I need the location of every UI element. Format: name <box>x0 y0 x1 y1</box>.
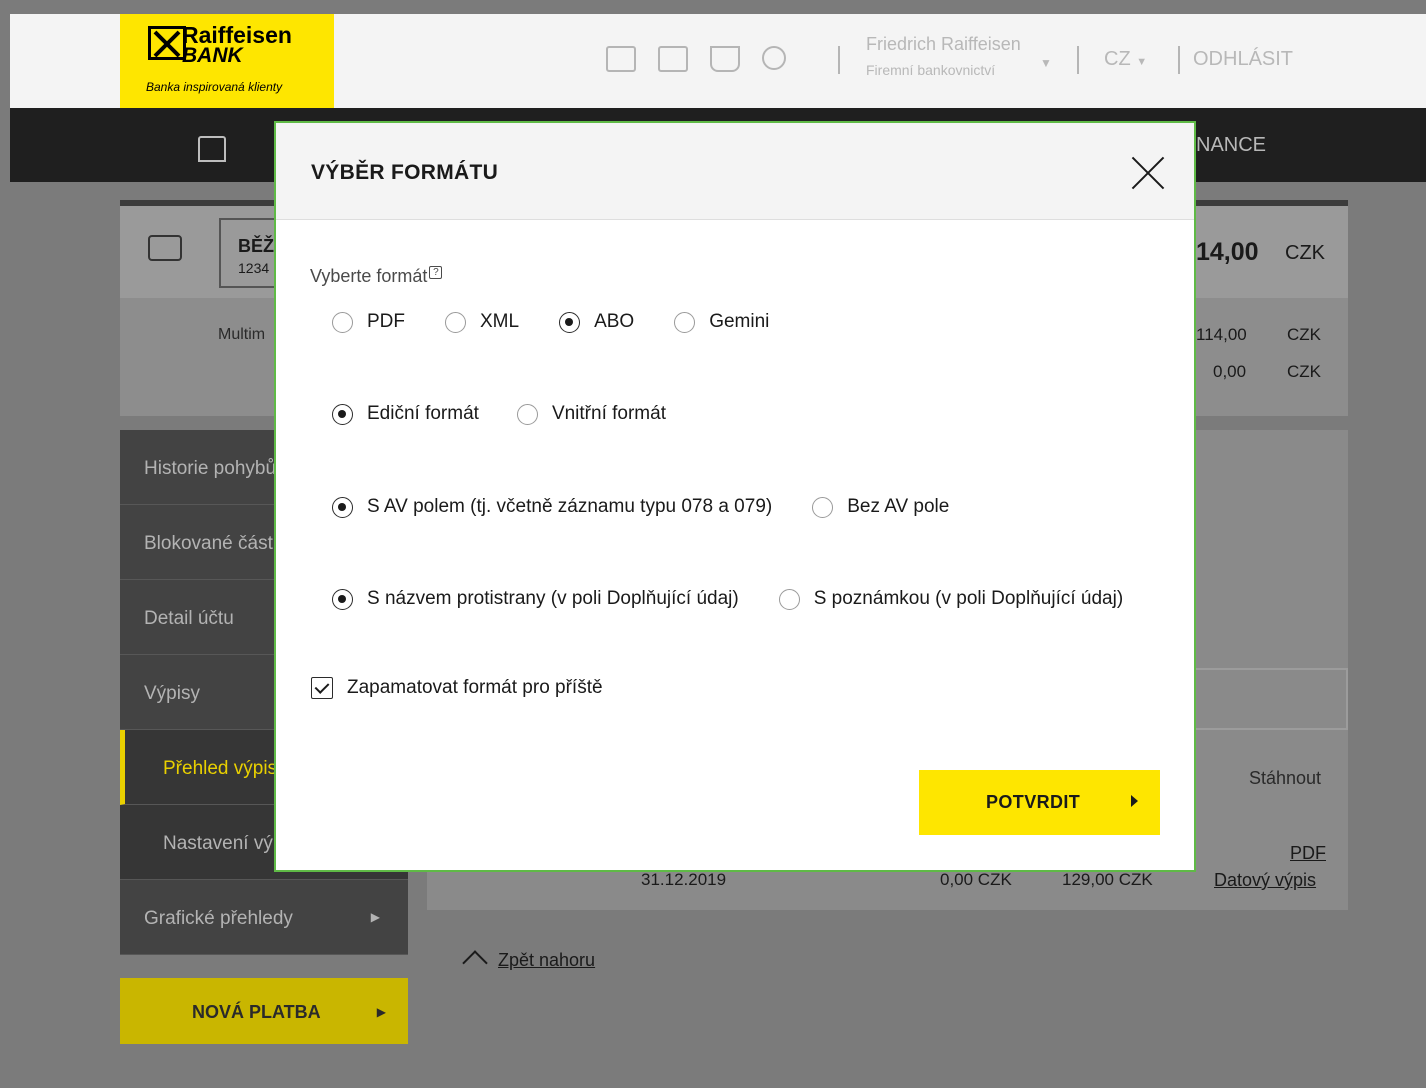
sidebar-item-label: Přehled výpis <box>163 758 278 779</box>
radio-counterparty-name[interactable]: S názvem protistrany (v poli Doplňující … <box>332 588 739 610</box>
download-pdf-link[interactable]: PDF <box>1290 843 1326 864</box>
statement-amount: 129,00 CZK <box>1062 870 1153 889</box>
radio-label: ABO <box>594 311 635 332</box>
radio-circle <box>559 311 581 333</box>
download-data-link[interactable]: Datový výpis <box>1214 870 1316 891</box>
radio-format-xml[interactable]: XML <box>445 311 519 333</box>
balance-available: 114,00 <box>1196 325 1247 344</box>
format-radio-group: PDF XML ABO Gemini <box>332 311 769 333</box>
chevron-up-icon <box>462 950 488 976</box>
separator <box>1178 46 1180 74</box>
separator <box>838 46 840 74</box>
radio-format-abo[interactable]: ABO <box>559 311 634 333</box>
language-select[interactable]: CZ ▼ <box>1104 48 1147 71</box>
confirm-label: POTVRDIT <box>986 792 1081 812</box>
user-name[interactable]: Friedrich Raiffeisen <box>866 34 1021 55</box>
confirm-button[interactable]: POTVRDIT <box>919 770 1160 835</box>
mail-icon[interactable] <box>606 46 636 72</box>
dialog-title: VÝBĚR FORMÁTU <box>311 161 499 184</box>
sidebar-item-label: Výpisy <box>144 683 200 704</box>
radio-circle <box>445 311 466 333</box>
radio-note[interactable]: S poznámkou (v poli Doplňující údaj) <box>778 588 1124 610</box>
av-field-radio-group: S AV polem (tj. včetně záznamu typu 078 … <box>332 496 949 518</box>
radio-internal-format[interactable]: Vnitřní formát <box>516 403 666 425</box>
format-label: Vyberte formát? <box>310 266 443 287</box>
back-to-top-label: Zpět nahoru <box>498 950 596 970</box>
radio-format-pdf[interactable]: PDF <box>332 311 405 333</box>
multicurrency-label: Multim <box>218 326 266 343</box>
radio-circle <box>778 588 800 610</box>
wallet-icon <box>148 235 182 261</box>
radio-label: Gemini <box>709 311 770 332</box>
sidebar-item-label: Grafické přehledy <box>144 908 293 929</box>
new-payment-button[interactable]: NOVÁ PLATBA ▶ <box>120 978 408 1044</box>
separator <box>1077 46 1079 74</box>
radio-label: Ediční formát <box>367 403 479 424</box>
gear-icon[interactable] <box>762 46 786 70</box>
statement-date: 31.12.2019 <box>641 870 727 889</box>
radio-label: S poznámkou (v poli Doplňující údaj) <box>813 588 1124 609</box>
radio-label: S AV polem (tj. včetně záznamu typu 078 … <box>367 496 773 517</box>
remember-format-label: Zapamatovat formát pro příště <box>347 677 603 698</box>
bank-logo[interactable]: Raiffeisen BANK Banka inspirovaná klient… <box>120 14 334 108</box>
language-label: CZ <box>1104 48 1131 70</box>
format-select-dialog: VÝBĚR FORMÁTU Vyberte formát? PDF XML AB… <box>274 121 1196 872</box>
sidebar-item-label: Historie pohybů <box>144 458 277 479</box>
filter-field[interactable] <box>1190 668 1348 730</box>
radio-with-av-field[interactable]: S AV polem (tj. včetně záznamu typu 078 … <box>332 496 772 518</box>
sidebar-item-label: Blokované část <box>144 533 273 554</box>
chevron-down-icon[interactable]: ▼ <box>1040 56 1052 70</box>
balance-blocked: 0,00 <box>1213 362 1247 381</box>
top-icon-group <box>606 46 786 72</box>
checkbox-box <box>311 677 333 699</box>
nav-item-finance[interactable]: NANCE <box>1196 134 1266 157</box>
radio-circle <box>674 311 696 333</box>
back-to-top-link[interactable]: Zpět nahoru <box>460 948 596 976</box>
radio-circle <box>332 403 353 425</box>
chevron-right-icon: ▶ <box>376 1005 386 1019</box>
radio-circle <box>812 496 834 518</box>
close-button[interactable] <box>1130 155 1166 191</box>
help-icon[interactable]: ? <box>429 266 443 279</box>
balance-currency: CZK <box>1287 325 1321 344</box>
logout-link[interactable]: ODHLÁSIT <box>1193 48 1293 71</box>
statement-amount: 0,00 CZK <box>940 870 1012 889</box>
radio-label: S názvem protistrany (v poli Doplňující … <box>367 588 739 609</box>
new-payment-label: NOVÁ PLATBA <box>192 1002 321 1022</box>
account-balance: 14,00 <box>1196 238 1259 266</box>
basket-icon[interactable] <box>710 46 740 72</box>
balance-currency: CZK <box>1287 362 1321 381</box>
radio-label: Bez AV pole <box>847 496 950 517</box>
balance-currency: CZK <box>1285 242 1325 264</box>
radio-circle <box>332 588 353 610</box>
chevron-right-icon <box>1131 795 1138 807</box>
radio-edition-format[interactable]: Ediční formát <box>332 403 479 425</box>
account-number: 1234 <box>238 260 270 276</box>
radio-circle <box>516 403 538 425</box>
sidebar-item-label: Detail účtu <box>144 608 234 629</box>
sidebar-item-label: Nastavení vý <box>163 833 273 854</box>
radio-label: Vnitřní formát <box>551 403 666 424</box>
account-name: BĚŽ <box>238 236 274 256</box>
sidebar-item-charts[interactable]: Grafické přehledy ▶ <box>120 880 408 955</box>
format-label-text: Vyberte formát <box>310 266 428 286</box>
raiffeisen-logo-icon <box>148 26 186 60</box>
counterparty-radio-group: S názvem protistrany (v poli Doplňující … <box>332 588 1123 610</box>
user-subtitle: Firemní bankovnictví <box>866 62 996 78</box>
radio-circle <box>332 311 353 333</box>
download-column-header: Stáhnout <box>1249 768 1322 788</box>
chevron-right-icon: ▶ <box>370 910 380 924</box>
remember-format-checkbox[interactable]: Zapamatovat formát pro příště <box>311 677 603 699</box>
chevron-down-icon: ▼ <box>1136 56 1148 68</box>
radio-circle <box>332 496 353 518</box>
brand-slogan: Banka inspirovaná klienty <box>146 80 283 94</box>
download-folder-icon[interactable] <box>658 46 688 72</box>
dialog-header: VÝBĚR FORMÁTU <box>276 123 1194 220</box>
home-icon[interactable] <box>198 136 226 162</box>
radio-label: XML <box>480 311 520 332</box>
radio-label: PDF <box>367 311 405 332</box>
radio-format-gemini[interactable]: Gemini <box>674 311 769 333</box>
edition-radio-group: Ediční formát Vnitřní formát <box>332 403 666 425</box>
radio-without-av-field[interactable]: Bez AV pole <box>812 496 949 518</box>
